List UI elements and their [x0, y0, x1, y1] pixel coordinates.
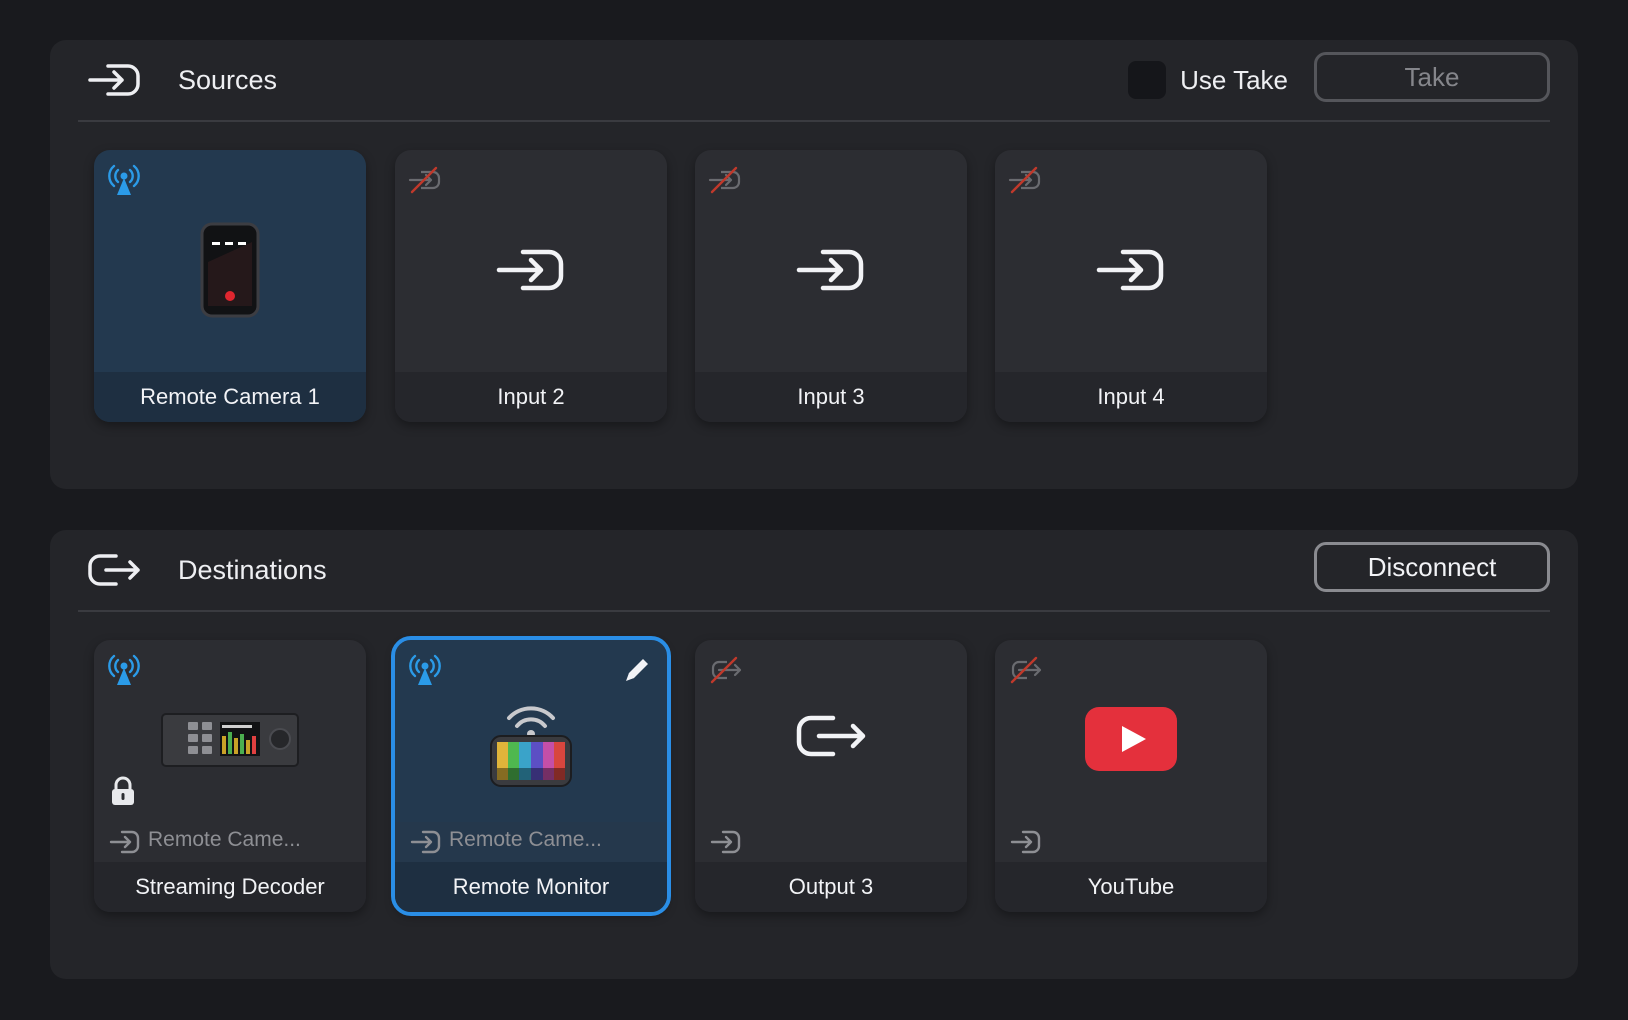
- sources-panel: Sources Use Take Take Remote Camera 1 In…: [50, 40, 1578, 489]
- decoder-device-icon: [161, 713, 299, 767]
- input-icon: [796, 249, 864, 291]
- edit-pencil-icon[interactable]: [621, 654, 653, 686]
- input-icon: [1096, 249, 1164, 291]
- tile-name: Input 2: [395, 372, 667, 422]
- dest-tile-streaming-decoder[interactable]: Remote Came... Streaming Decoder: [94, 640, 366, 912]
- disconnected-icon: [1010, 656, 1042, 684]
- input-icon: [496, 249, 564, 291]
- disconnected-icon: [1008, 166, 1041, 194]
- youtube-icon: [1085, 707, 1177, 771]
- tile-name: YouTube: [995, 862, 1267, 912]
- tile-name: Output 3: [695, 862, 967, 912]
- destinations-header: Destinations Disconnect: [50, 530, 1578, 610]
- dest-tile-youtube[interactable]: YouTube: [995, 640, 1267, 912]
- tile-name: Input 3: [695, 372, 967, 422]
- phone-camera-icon: [200, 222, 260, 318]
- source-tile-input-2[interactable]: Input 2: [395, 150, 667, 422]
- disconnected-icon: [408, 166, 441, 194]
- dest-tile-output-3[interactable]: Output 3: [695, 640, 967, 912]
- source-tile-remote-camera-1[interactable]: Remote Camera 1: [94, 150, 366, 422]
- tile-name: Remote Monitor: [395, 862, 667, 912]
- disconnected-icon: [710, 656, 742, 684]
- input-icon: [109, 830, 140, 854]
- connected-source-row: Remote Came...: [94, 822, 366, 862]
- tile-name: Streaming Decoder: [94, 862, 366, 912]
- sources-header: Sources Use Take Take: [50, 40, 1578, 120]
- input-icon: [410, 830, 441, 854]
- broadcast-icon: [108, 654, 140, 685]
- use-take-checkbox[interactable]: Use Take: [1128, 60, 1288, 100]
- disconnect-button[interactable]: Disconnect: [1314, 542, 1550, 592]
- take-button[interactable]: Take: [1314, 52, 1550, 102]
- sources-title: Sources: [178, 65, 278, 95]
- connected-source-row: [695, 822, 967, 862]
- input-icon: [710, 830, 741, 854]
- connected-source-row: Remote Came...: [395, 822, 667, 862]
- sources-divider: [78, 120, 1550, 122]
- broadcast-icon: [108, 164, 140, 195]
- input-icon: [1010, 830, 1041, 854]
- destinations-divider: [78, 610, 1550, 612]
- tile-name: Input 4: [995, 372, 1267, 422]
- remote-monitor-icon: [490, 706, 572, 787]
- connected-source-label: Remote Came...: [148, 828, 301, 851]
- connected-source-row: [995, 822, 1267, 862]
- broadcast-icon: [409, 654, 441, 685]
- destinations-panel: Destinations Disconnect Remote Came... S…: [50, 530, 1578, 979]
- dest-tile-remote-monitor[interactable]: Remote Came... Remote Monitor: [391, 636, 671, 916]
- input-icon: [88, 64, 140, 96]
- disconnected-icon: [708, 166, 741, 194]
- output-icon: [88, 554, 140, 586]
- output-icon: [796, 715, 866, 757]
- source-tile-input-3[interactable]: Input 3: [695, 150, 967, 422]
- connected-source-label: Remote Came...: [449, 828, 602, 851]
- use-take-label: Use Take: [1180, 64, 1288, 95]
- lock-icon: [112, 776, 134, 805]
- source-tile-input-4[interactable]: Input 4: [995, 150, 1267, 422]
- tile-name: Remote Camera 1: [94, 372, 366, 422]
- checkbox-box[interactable]: [1128, 61, 1167, 99]
- destinations-title: Destinations: [178, 555, 327, 585]
